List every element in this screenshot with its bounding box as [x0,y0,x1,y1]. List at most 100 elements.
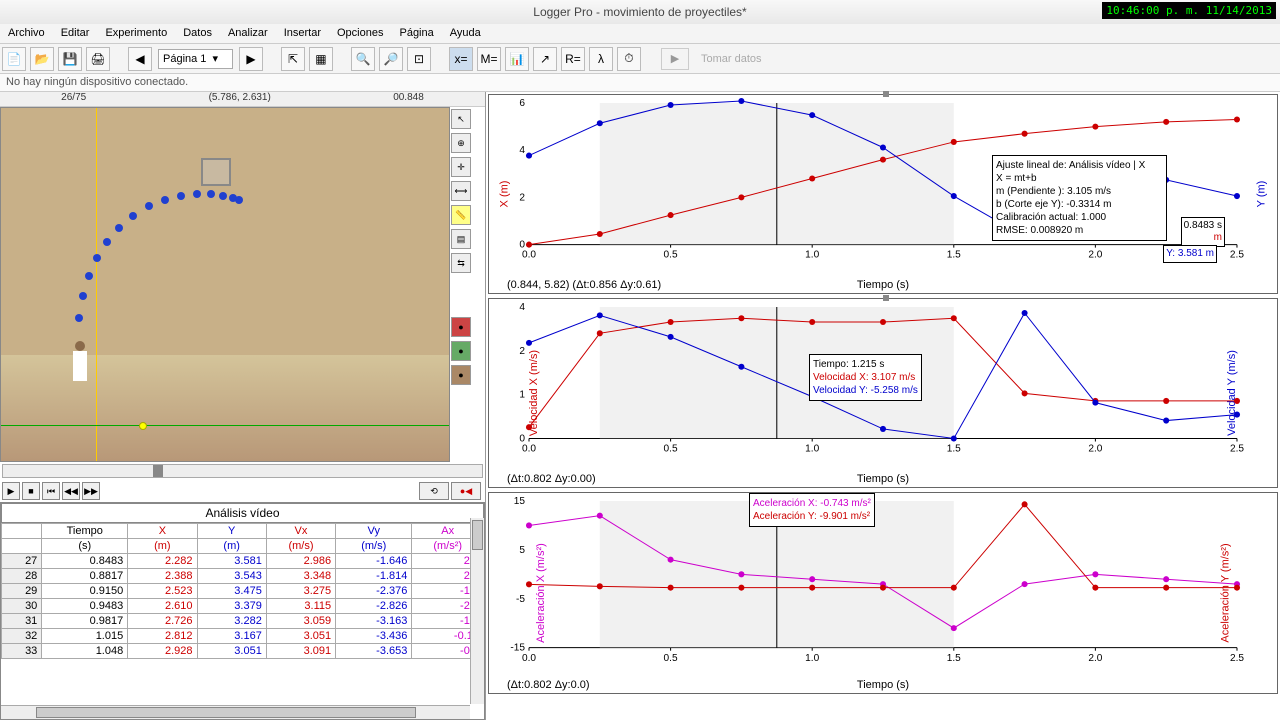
table-title: Análisis vídeo [1,503,484,523]
svg-text:2.0: 2.0 [1088,444,1102,455]
stop-button[interactable]: ■ [22,482,40,500]
next-page-button[interactable]: ▶ [239,47,263,71]
select-tool[interactable]: ↖ [451,109,471,129]
examine-button[interactable]: x= [449,47,473,71]
position-graph[interactable]: X (m) Y (m) 0.00.51.01.52.02.50246 Tiemp… [488,94,1278,294]
ruler-tool[interactable]: 📏 [451,205,471,225]
active-point-green[interactable]: ● [451,341,471,361]
trail-toggle-button[interactable]: ●◀ [451,482,481,500]
velocity-examine-box[interactable]: Tiempo: 1.215 s Velocidad X: 3.107 m/s V… [809,354,922,401]
svg-text:1.0: 1.0 [805,653,819,664]
window-titlebar: Logger Pro - movimiento de proyectiles* … [0,0,1280,24]
print-button[interactable]: 🖨 [86,47,110,71]
menu-experimento[interactable]: Experimento [97,24,175,43]
zoom-in-button[interactable]: 🔍 [351,47,375,71]
toolbar: 📄 📂 💾 🖨 ◀ Página 1 ▾ ▶ ⇱ ▦ 🔍 🔎 ⊡ x= M= 📊… [0,44,1280,74]
menu-datos[interactable]: Datos [175,24,220,43]
velocity-graph[interactable]: Velocidad X (m/s) Velocidad Y (m/s) 0.00… [488,298,1278,488]
play-button[interactable]: ▶ [2,482,20,500]
add-point-tool[interactable]: ⊕ [451,133,471,153]
timing-button[interactable]: ⏱ [617,47,641,71]
svg-text:0.5: 0.5 [664,444,678,455]
stats-button[interactable]: 📊 [505,47,529,71]
data-table[interactable]: TiempoXYVxVyAx(s)(m)(m)(m/s)(m/s)(m/s²)2… [1,523,484,659]
svg-text:0.0: 0.0 [522,653,536,664]
svg-text:2.5: 2.5 [1230,653,1244,664]
set-origin-tool[interactable]: ✛ [451,157,471,177]
svg-text:5: 5 [519,545,525,556]
video-panel[interactable] [0,107,450,462]
svg-text:0.5: 0.5 [664,250,678,261]
svg-text:2.5: 2.5 [1230,250,1244,261]
svg-text:0: 0 [519,434,525,445]
loop-button[interactable]: ⟲ [419,482,449,500]
step-back-button[interactable]: ◀◀ [62,482,80,500]
backboard [201,158,231,186]
svg-text:2: 2 [519,346,525,357]
step-fwd-button[interactable]: ▶▶ [82,482,100,500]
collect-label: Tomar datos [701,53,762,65]
save-button[interactable]: 💾 [58,47,82,71]
examine-y-box[interactable]: Y: 3.581 m [1163,245,1217,263]
video-tools: ↖ ⊕ ✛ ⟷ 📏 ▤ ⇆ ● ● ● [450,107,472,462]
set-scale-tool[interactable]: ⟷ [451,181,471,201]
menu-página[interactable]: Página [391,24,441,43]
svg-text:1: 1 [519,390,525,401]
open-file-button[interactable]: 📂 [30,47,54,71]
svg-text:1.0: 1.0 [805,444,819,455]
svg-text:2.0: 2.0 [1088,653,1102,664]
svg-text:4: 4 [519,302,525,313]
svg-text:4: 4 [519,145,525,156]
svg-text:1.5: 1.5 [947,653,961,664]
active-point-brown[interactable]: ● [451,365,471,385]
system-clock: 10:46:00 p. m. 11/14/2013 [1102,2,1276,19]
svg-text:0.0: 0.0 [522,444,536,455]
examine-time-box[interactable]: 0.8483 sm [1181,217,1225,247]
autoscale-button[interactable]: ⇱ [281,47,305,71]
video-scrubber[interactable] [2,464,483,478]
menu-analizar[interactable]: Analizar [220,24,276,43]
collect-button: ▶ [661,48,689,70]
svg-text:-5: -5 [516,594,525,605]
prev-page-button[interactable]: ◀ [128,47,152,71]
table-scroll-vertical[interactable] [470,518,484,704]
active-point-red[interactable]: ● [451,317,471,337]
zoom-select-button[interactable]: ⊡ [407,47,431,71]
data-table-button[interactable]: ▦ [309,47,333,71]
svg-text:15: 15 [514,496,526,507]
sync-tool[interactable]: ⇆ [451,253,471,273]
model-button[interactable]: λ [589,47,613,71]
svg-text:2.0: 2.0 [1088,250,1102,261]
menu-ayuda[interactable]: Ayuda [442,24,489,43]
svg-text:0.0: 0.0 [522,250,536,261]
curve-fit-button[interactable]: ↗ [533,47,557,71]
menu-editar[interactable]: Editar [53,24,98,43]
toggle-trail-tool[interactable]: ▤ [451,229,471,249]
new-file-button[interactable]: 📄 [2,47,26,71]
accel-examine-box[interactable]: Aceleración X: -0.743 m/s² Aceleración Y… [749,493,875,527]
acceleration-graph[interactable]: Aceleración X (m/s²) Aceleración Y (m/s²… [488,492,1278,694]
menu-archivo[interactable]: Archivo [0,24,53,43]
video-controls: ▶ ■ ⏮ ◀◀ ▶▶ ⟲ ●◀ [0,480,485,502]
menu-opciones[interactable]: Opciones [329,24,391,43]
table-scroll-horizontal[interactable] [1,705,470,719]
tangent-button[interactable]: M= [477,47,501,71]
linear-fit-box[interactable]: Ajuste lineal de: Análisis vídeo | X X =… [992,155,1167,241]
svg-text:1.5: 1.5 [947,444,961,455]
origin-marker[interactable] [139,422,147,430]
page-selector[interactable]: Página 1 ▾ [158,49,233,69]
svg-text:2: 2 [519,192,525,203]
video-frame-info: 26/75 (5.786, 2.631) 00.848 [0,92,485,107]
menu-bar: ArchivoEditarExperimentoDatosAnalizarIns… [0,24,1280,44]
linear-fit-button[interactable]: R= [561,47,585,71]
svg-text:1.0: 1.0 [805,250,819,261]
zoom-out-button[interactable]: 🔎 [379,47,403,71]
svg-text:0: 0 [519,240,525,251]
svg-text:0.5: 0.5 [664,653,678,664]
status-bar: No hay ningún dispositivo conectado. [0,74,1280,92]
svg-text:-15: -15 [510,643,525,654]
menu-insertar[interactable]: Insertar [276,24,329,43]
player-figure [71,341,89,426]
rewind-button[interactable]: ⏮ [42,482,60,500]
data-table-panel: Análisis vídeo TiempoXYVxVyAx(s)(m)(m)(m… [0,502,485,720]
